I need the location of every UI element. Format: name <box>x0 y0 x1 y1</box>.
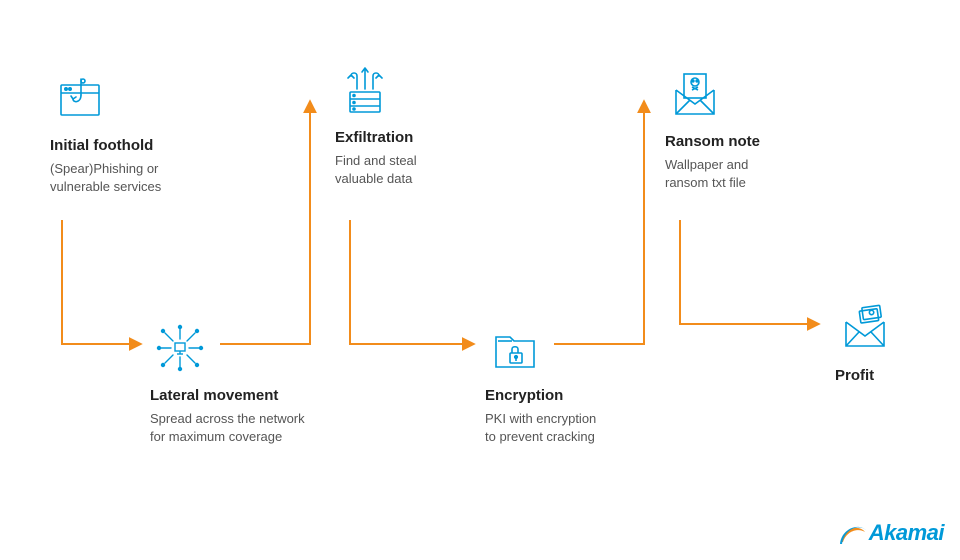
node-title: Exfiltration <box>335 129 417 146</box>
connector-5-6 <box>678 218 828 333</box>
phishing-icon <box>50 70 110 125</box>
node-profit: Profit <box>835 300 895 390</box>
connector-4-5 <box>552 96 662 350</box>
brand-logo: Akamai <box>837 518 944 548</box>
connector-3-4 <box>348 218 483 353</box>
network-spread-icon <box>150 320 210 375</box>
connector-1-2 <box>60 218 150 353</box>
node-initial-foothold: Initial foothold (Spear)Phishing orvulne… <box>50 70 161 195</box>
node-encryption: Encryption PKI with encryptionto prevent… <box>485 320 596 445</box>
node-desc: Spread across the networkfor maximum cov… <box>150 410 305 445</box>
connector-2-3b <box>218 96 330 350</box>
profit-icon <box>835 300 895 355</box>
node-title: Profit <box>835 367 895 384</box>
node-lateral-movement: Lateral movement Spread across the netwo… <box>150 320 305 445</box>
akamai-wave-icon <box>837 518 867 548</box>
exfiltration-icon <box>335 62 395 117</box>
brand-name: Akamai <box>869 520 944 546</box>
node-title: Ransom note <box>665 133 760 150</box>
ransom-note-icon <box>665 66 725 121</box>
node-title: Encryption <box>485 387 596 404</box>
node-title: Initial foothold <box>50 137 161 154</box>
node-desc: Find and stealvaluable data <box>335 152 417 187</box>
node-title: Lateral movement <box>150 387 305 404</box>
node-exfiltration: Exfiltration Find and stealvaluable data <box>335 62 417 187</box>
encryption-icon <box>485 320 545 375</box>
node-desc: PKI with encryptionto prevent cracking <box>485 410 596 445</box>
node-desc: Wallpaper andransom txt file <box>665 156 760 191</box>
node-desc: (Spear)Phishing orvulnerable services <box>50 160 161 195</box>
node-ransom-note: Ransom note Wallpaper andransom txt file <box>665 66 760 191</box>
